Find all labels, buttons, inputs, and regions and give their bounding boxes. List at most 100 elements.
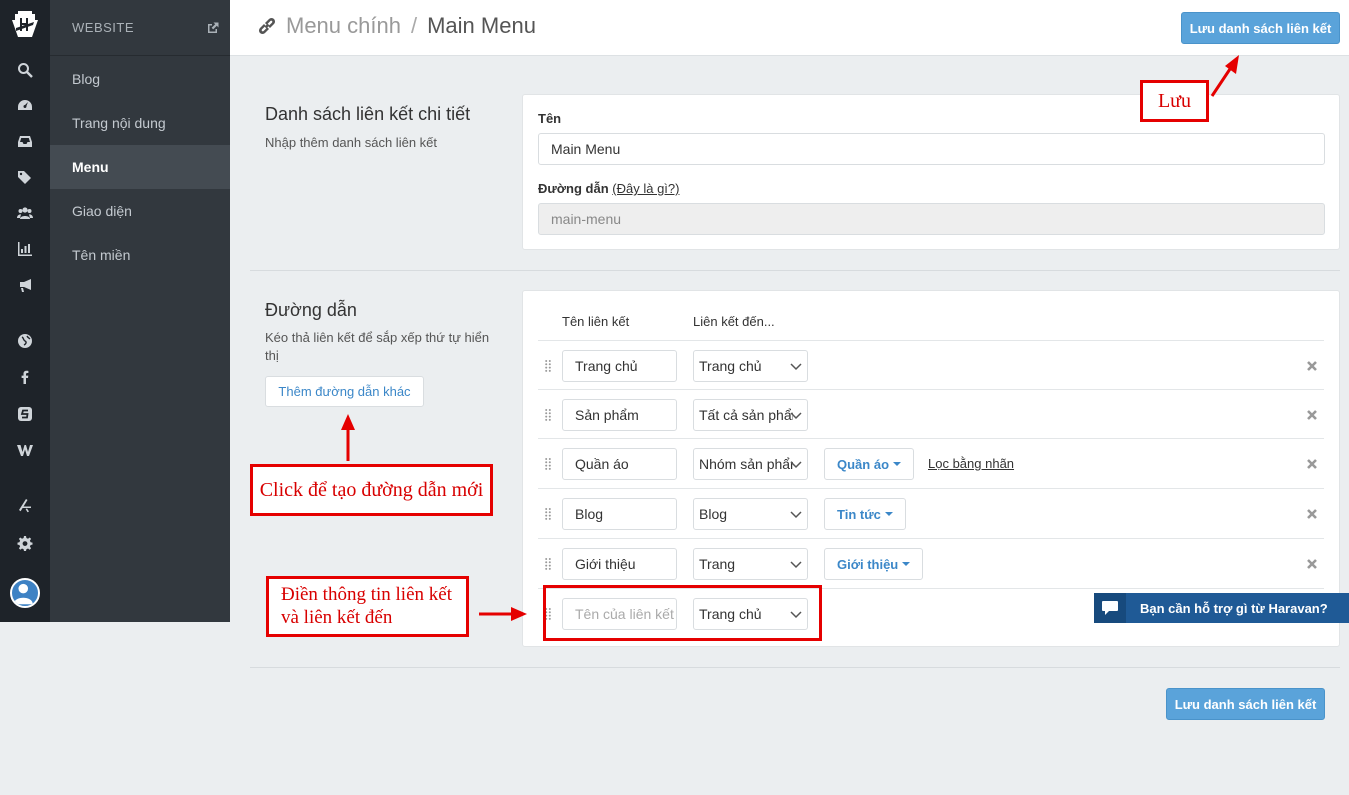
- link-name-input[interactable]: Quần áo: [562, 448, 677, 480]
- delete-row-icon[interactable]: [1306, 507, 1318, 519]
- annotation-arrow-save-icon: [1210, 55, 1239, 97]
- link-row[interactable]: Giới thiệu Trang Giới thiệu: [538, 538, 1324, 588]
- handle-label-text: Đường dẫn: [538, 181, 609, 196]
- details-section-title: Danh sách liên kết chi tiết: [265, 104, 471, 124]
- section-divider: [250, 270, 1340, 271]
- caret-down-icon: [884, 512, 893, 516]
- link-target-select[interactable]: Trang: [693, 548, 808, 580]
- links-section-title: Đường dẫn: [265, 300, 357, 320]
- handle-help-link[interactable]: (Đây là gì?): [612, 181, 679, 196]
- user-avatar[interactable]: [10, 578, 40, 608]
- customers-icon[interactable]: [15, 203, 35, 223]
- facebook-icon[interactable]: [15, 367, 35, 387]
- delete-row-icon[interactable]: [1306, 408, 1318, 420]
- caret-down-icon: [902, 562, 911, 566]
- link-target-value: Trang chủ: [699, 358, 762, 374]
- link-target-select[interactable]: Tất cả sản phẩm: [693, 399, 808, 431]
- chevron-down-icon: [790, 461, 802, 469]
- link-name-input[interactable]: Sản phẩm: [562, 399, 677, 431]
- annotation-fill-line1: Điền thông tin liên kết: [281, 584, 452, 605]
- links-section-desc: Kéo thả liên kết để sắp xếp thứ tự hiển …: [265, 330, 490, 363]
- breadcrumb-parent[interactable]: Menu chính: [286, 13, 401, 39]
- sapo-icon[interactable]: [15, 404, 35, 424]
- link-chain-icon: [258, 17, 276, 35]
- annotation-fill: Điền thông tin liên kết và liên kết đến: [266, 576, 469, 637]
- link-name-input[interactable]: Giới thiệu: [562, 548, 677, 580]
- link-target-select[interactable]: Blog: [693, 498, 808, 530]
- link-target-value: Nhóm sản phẩm: [699, 456, 793, 472]
- sub-target-dropdown[interactable]: Quần áo: [824, 448, 915, 480]
- drag-handle-icon[interactable]: [545, 359, 551, 373]
- sidebar-item-domains[interactable]: Tên miền: [50, 233, 230, 277]
- filter-by-tag-link[interactable]: Lọc bằng nhãn: [928, 456, 1014, 471]
- delete-row-icon[interactable]: [1306, 457, 1318, 469]
- inbox-icon[interactable]: [15, 131, 35, 151]
- section-divider: [250, 667, 1340, 668]
- add-link-button[interactable]: Thêm đường dẫn khác: [265, 376, 424, 407]
- sub-target-dropdown[interactable]: Tin tức: [824, 498, 906, 530]
- drag-handle-icon[interactable]: [545, 557, 551, 571]
- chat-label: Bạn cần hỗ trợ gì từ Haravan?: [1140, 600, 1328, 616]
- support-chat-widget[interactable]: Bạn cần hỗ trợ gì từ Haravan?: [1094, 593, 1349, 623]
- delete-row-icon[interactable]: [1306, 359, 1318, 371]
- column-header-name: Tên liên kết: [562, 314, 630, 329]
- breadcrumb: Menu chính / Main Menu: [256, 13, 536, 39]
- sub-target-dropdown[interactable]: Giới thiệu: [824, 548, 924, 580]
- delete-row-icon[interactable]: [1306, 557, 1318, 569]
- name-label: Tên: [538, 111, 562, 126]
- sidebar-item-themes[interactable]: Giao diện: [50, 189, 230, 233]
- chat-bubble-icon: [1094, 593, 1126, 623]
- globe-icon[interactable]: [15, 331, 35, 351]
- chevron-down-icon: [790, 412, 802, 420]
- save-button-bottom[interactable]: Lưu danh sách liên kết: [1166, 688, 1325, 720]
- tags-icon[interactable]: [15, 167, 35, 187]
- menu-name-input[interactable]: Main Menu: [538, 133, 1325, 165]
- sidebar-header: WEBSITE: [50, 0, 230, 56]
- link-target-select[interactable]: Trang chủ: [693, 350, 808, 382]
- chevron-down-icon: [790, 561, 802, 569]
- link-name-input[interactable]: Trang chủ: [562, 350, 677, 382]
- dashboard-icon[interactable]: [15, 95, 35, 115]
- apps-icon[interactable]: [15, 495, 35, 515]
- wordpress-icon[interactable]: [15, 440, 35, 460]
- sub-target-label: Quần áo: [837, 456, 890, 472]
- icon-rail: [0, 0, 50, 622]
- handle-label: Đường dẫn (Đây là gì?): [538, 181, 679, 196]
- menu-handle-input[interactable]: main-menu: [538, 203, 1325, 235]
- chevron-down-icon: [790, 511, 802, 519]
- annotation-highlight-box: [543, 585, 822, 641]
- sidebar-item-menu[interactable]: Menu: [50, 145, 230, 189]
- settings-gear-icon[interactable]: [15, 533, 35, 553]
- link-row[interactable]: Quần áo Nhóm sản phẩm Quần áo Lọc bằng n…: [538, 438, 1324, 488]
- sidebar-item-blog[interactable]: Blog: [50, 57, 230, 101]
- external-link-icon[interactable]: [206, 21, 220, 35]
- annotation-fill-line2: và liên kết đến: [281, 607, 393, 628]
- sidebar: WEBSITE Blog Trang nội dung Menu Giao di…: [50, 0, 230, 622]
- drag-handle-icon[interactable]: [545, 507, 551, 521]
- annotation-arrow-fill-icon: [479, 607, 527, 621]
- haravan-logo-icon[interactable]: [12, 10, 38, 38]
- link-name-input[interactable]: Blog: [562, 498, 677, 530]
- sidebar-item-pages[interactable]: Trang nội dung: [50, 101, 230, 145]
- drag-handle-icon[interactable]: [545, 408, 551, 422]
- link-row[interactable]: Blog Blog Tin tức: [538, 488, 1324, 538]
- link-target-select[interactable]: Nhóm sản phẩm: [693, 448, 808, 480]
- page-title: Main Menu: [427, 13, 536, 38]
- link-target-value: Trang: [699, 556, 736, 572]
- megaphone-icon[interactable]: [15, 275, 35, 295]
- annotation-add: Click để tạo đường dẫn mới: [250, 464, 493, 516]
- reports-icon[interactable]: [15, 239, 35, 259]
- column-header-target: Liên kết đến...: [693, 314, 775, 329]
- search-icon[interactable]: [15, 60, 35, 80]
- sub-target-label: Tin tức: [837, 506, 881, 522]
- drag-handle-icon[interactable]: [545, 457, 551, 471]
- link-target-value: Tất cả sản phẩm: [699, 407, 793, 423]
- caret-down-icon: [893, 462, 902, 466]
- annotation-save: Lưu: [1140, 80, 1209, 122]
- sub-target-label: Giới thiệu: [837, 556, 899, 572]
- save-button-top[interactable]: Lưu danh sách liên kết: [1181, 12, 1340, 44]
- sidebar-title: WEBSITE: [72, 20, 135, 35]
- link-row[interactable]: Sản phẩm Tất cả sản phẩm: [538, 389, 1324, 439]
- chevron-down-icon: [790, 363, 802, 371]
- link-row[interactable]: Trang chủ Trang chủ: [538, 340, 1324, 390]
